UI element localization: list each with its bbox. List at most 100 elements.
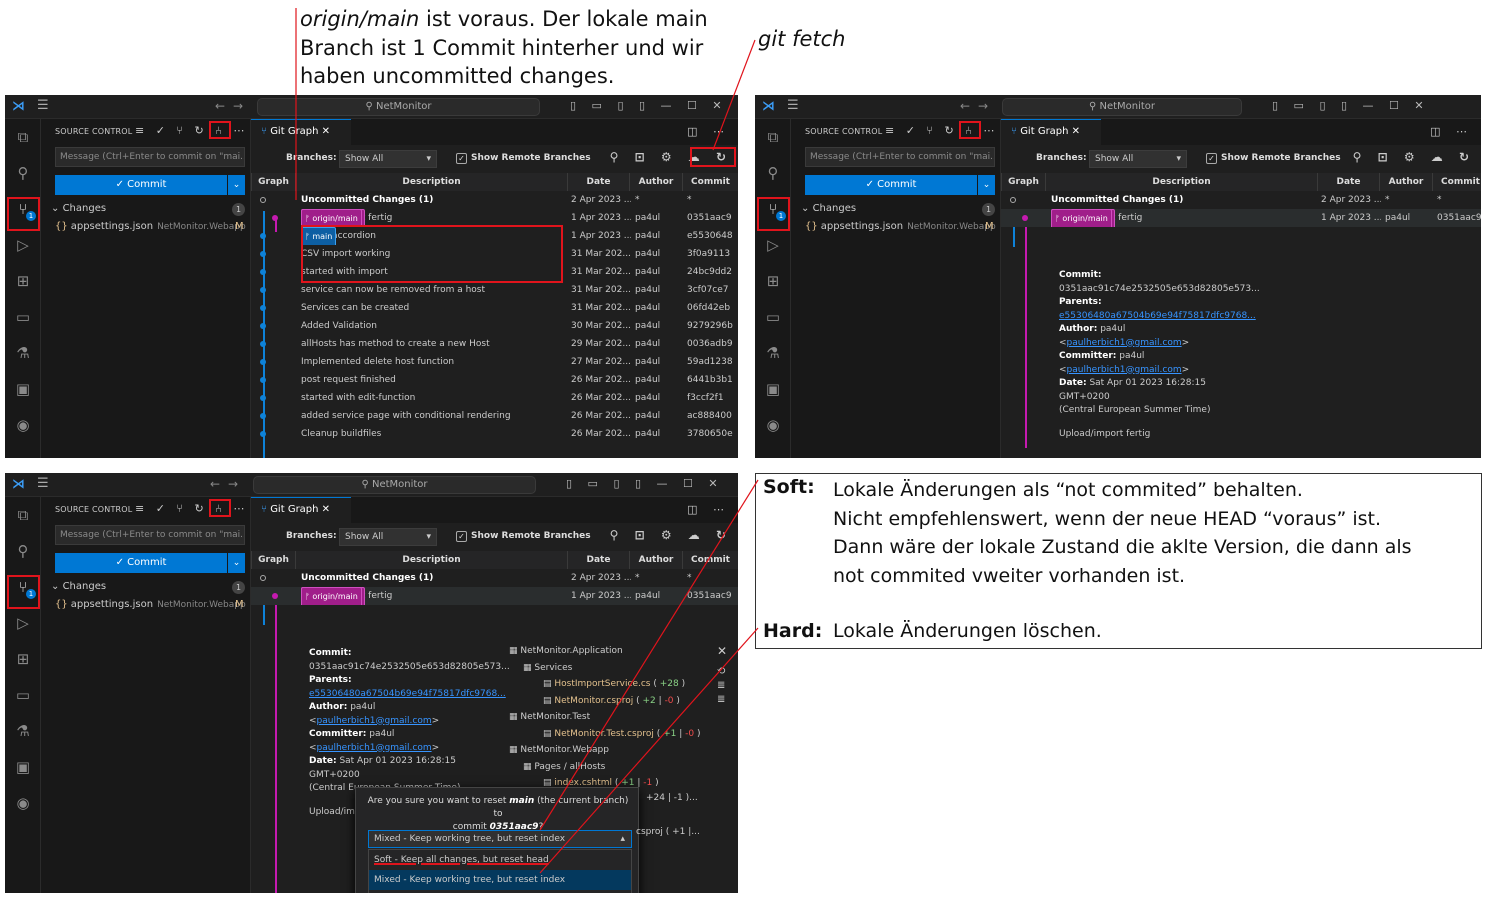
reset-option-soft[interactable]: Soft - Keep all changes, but reset head	[369, 850, 631, 870]
testing-icon[interactable]: ⚗	[13, 721, 33, 741]
explorer-icon[interactable]: ⧉	[13, 505, 33, 525]
column-description[interactable]: Description	[295, 551, 567, 569]
changed-file-item[interactable]: {} appsettings.json NetMonitor.Webapp M	[55, 599, 246, 610]
docker-icon[interactable]: ▣	[13, 757, 33, 777]
extensions-icon[interactable]: ⊞	[763, 271, 783, 291]
parents-value[interactable]: e55306480a67504b69e94f75817dfc9768...	[1059, 311, 1256, 321]
column-description[interactable]: Description	[1045, 173, 1317, 191]
tab-git-graph[interactable]: ⑂ Git Graph ✕	[1001, 119, 1101, 145]
window-controls[interactable]: ▯ ▭ ▯ ▯ — ☐ ✕	[1272, 99, 1430, 112]
table-row[interactable]: Uncommitted Changes (1) 2 Apr 2023 ... * *	[251, 191, 738, 209]
close-tab-icon[interactable]: ✕	[1069, 126, 1080, 137]
editor-actions[interactable]: ◫ ⋯	[687, 503, 730, 516]
changed-file-item[interactable]: {} appsettings.json NetMonitor.Webapp M	[55, 221, 246, 232]
github-icon[interactable]: ◉	[13, 793, 33, 813]
author-email[interactable]: paulherbich1@gmail.com	[1067, 338, 1182, 348]
editor-actions[interactable]: ◫ ⋯	[687, 125, 730, 138]
show-remote-branches-checkbox[interactable]: ✓ Show Remote Branches	[456, 531, 591, 542]
menu-icon[interactable]: ☰	[787, 98, 799, 113]
parents-value[interactable]: e55306480a67504b69e94f75817dfc9768...	[309, 689, 506, 699]
commit-button[interactable]: ✓ Commit	[55, 175, 227, 195]
table-row[interactable]: Added Validation 30 Mar 202... pa4ul 927929…	[251, 317, 738, 335]
changes-group[interactable]: ⌄ Changes 1	[51, 203, 245, 216]
commit-dropdown-chevron-icon[interactable]: ⌄	[228, 553, 245, 573]
table-row[interactable]: post request finished 26 Mar 202... pa4ul 6…	[251, 371, 738, 389]
back-arrow-icon[interactable]: ←	[960, 99, 970, 113]
close-tab-icon[interactable]: ✕	[319, 504, 330, 515]
menu-icon[interactable]: ☰	[37, 476, 49, 491]
graph-toolbar-icons[interactable]: ⚲ ⊡ ⚙ ☁ ↻	[1353, 150, 1475, 164]
commit-message-input[interactable]: Message (Ctrl+Enter to commit on "mai...	[55, 147, 245, 167]
commit-button[interactable]: ✓ Commit	[55, 553, 227, 573]
window-controls[interactable]: ▯ ▭ ▯ ▯ — ☐ ✕	[570, 99, 728, 112]
changes-group[interactable]: ⌄ Changes 1	[801, 203, 995, 216]
github-icon[interactable]: ◉	[13, 415, 33, 435]
search-icon[interactable]: ⚲	[13, 541, 33, 561]
menu-icon[interactable]: ☰	[37, 98, 49, 113]
close-tab-icon[interactable]: ✕	[319, 126, 330, 137]
branch-ref-badge[interactable]: ᚠ origin/main	[1051, 209, 1112, 227]
details-side-icons[interactable]: ⟲ ≣ ≣	[717, 665, 725, 707]
table-row[interactable]: Uncommitted Changes (1) 2 Apr 2023 ... * *	[251, 569, 738, 587]
table-row[interactable]: started with edit-function 26 Mar 202... p…	[251, 389, 738, 407]
column-date[interactable]: Date	[567, 551, 629, 569]
extensions-icon[interactable]: ⊞	[13, 271, 33, 291]
table-row[interactable]: Uncommitted Changes (1) 2 Apr 2023 ... * *	[1001, 191, 1481, 209]
table-row[interactable]: allHosts has method to create a new Host…	[251, 335, 738, 353]
remote-explorer-icon[interactable]: ▭	[13, 685, 33, 705]
github-icon[interactable]: ◉	[763, 415, 783, 435]
graph-toolbar-icons[interactable]: ⚲ ⊡ ⚙ ☁ ↻	[610, 528, 732, 542]
remote-explorer-icon[interactable]: ▭	[763, 307, 783, 327]
tab-git-graph[interactable]: ⑂ Git Graph ✕	[251, 497, 351, 523]
file-tree-item[interactable]: ▦ Pages / allHosts	[509, 759, 701, 776]
explorer-icon[interactable]: ⧉	[763, 127, 783, 147]
search-icon[interactable]: ⚲	[763, 163, 783, 183]
explorer-icon[interactable]: ⧉	[13, 127, 33, 147]
table-row[interactable]: added service page with conditional rend…	[251, 407, 738, 425]
branches-select[interactable]: Show All ▾	[339, 150, 437, 168]
command-center-search[interactable]: ⚲ NetMonitor	[257, 98, 540, 116]
reset-option-mixed[interactable]: Mixed - Keep working tree, but reset ind…	[369, 870, 631, 890]
file-tree-item[interactable]: ▤ NetMonitor.csproj ( +2 | -0 )	[509, 693, 701, 710]
file-tree-item[interactable]: ▤ HostImportService.cs ( +28 )	[509, 676, 701, 693]
reset-option-hard[interactable]: Hard - Discard all changes	[369, 890, 631, 893]
close-details-icon[interactable]: ✕	[717, 644, 727, 658]
run-debug-icon[interactable]: ▷	[13, 235, 33, 255]
file-tree-item[interactable]: ▤ NetMonitor.Test.csproj ( +1 | -0 )	[509, 726, 701, 743]
extensions-icon[interactable]: ⊞	[13, 649, 33, 669]
command-center-search[interactable]: ⚲ NetMonitor	[253, 476, 536, 494]
column-graph[interactable]: Graph	[251, 551, 295, 569]
docker-icon[interactable]: ▣	[763, 379, 783, 399]
run-debug-icon[interactable]: ▷	[763, 235, 783, 255]
table-row[interactable]: service can now be removed from a host 31…	[251, 281, 738, 299]
commit-dropdown-chevron-icon[interactable]: ⌄	[978, 175, 995, 195]
show-remote-branches-checkbox[interactable]: ✓ Show Remote Branches	[1206, 153, 1341, 164]
editor-actions[interactable]: ◫ ⋯	[1430, 125, 1473, 138]
reset-mode-select[interactable]: Mixed - Keep working tree, but reset ind…	[368, 830, 632, 848]
column-description[interactable]: Description	[295, 173, 567, 191]
testing-icon[interactable]: ⚗	[763, 343, 783, 363]
author-email[interactable]: paulherbich1@gmail.com	[317, 716, 432, 726]
commit-dropdown-chevron-icon[interactable]: ⌄	[228, 175, 245, 195]
remote-explorer-icon[interactable]: ▭	[13, 307, 33, 327]
window-controls[interactable]: ▯ ▭ ▯ ▯ — ☐ ✕	[566, 477, 724, 490]
changes-group[interactable]: ⌄ Changes 1	[51, 581, 245, 594]
changed-file-item[interactable]: {} appsettings.json NetMonitor.Webapp M	[805, 221, 996, 232]
column-graph[interactable]: Graph	[251, 173, 295, 191]
testing-icon[interactable]: ⚗	[13, 343, 33, 363]
back-arrow-icon[interactable]: ←	[210, 477, 220, 491]
forward-arrow-icon[interactable]: →	[228, 477, 238, 491]
file-tree-item[interactable]: ▦ NetMonitor.Webapp	[509, 742, 701, 759]
branches-select[interactable]: Show All ▾	[339, 528, 437, 546]
tab-git-graph[interactable]: ⑂ Git Graph ✕	[251, 119, 351, 145]
table-row[interactable]: Cleanup buildfiles 26 Mar 202... pa4ul 3780…	[251, 425, 738, 443]
committer-email[interactable]: paulherbich1@gmail.com	[317, 743, 432, 753]
source-control-toolbar[interactable]: ≡ ✓ ⑂ ↻ ⑃ ⋯	[885, 124, 998, 137]
table-row[interactable]: ᚠ origin/HEADᚠ origin/mainUpload/import …	[251, 587, 738, 605]
source-control-toolbar[interactable]: ≡ ✓ ⑂ ↻ ⑃ ⋯	[135, 124, 248, 137]
file-tree-item[interactable]: ▦ Services	[509, 660, 701, 677]
column-graph[interactable]: Graph	[1001, 173, 1045, 191]
commit-message-input[interactable]: Message (Ctrl+Enter to commit on "mai...	[805, 147, 995, 167]
column-author[interactable]: Author	[629, 551, 682, 569]
commit-button[interactable]: ✓ Commit	[805, 175, 977, 195]
